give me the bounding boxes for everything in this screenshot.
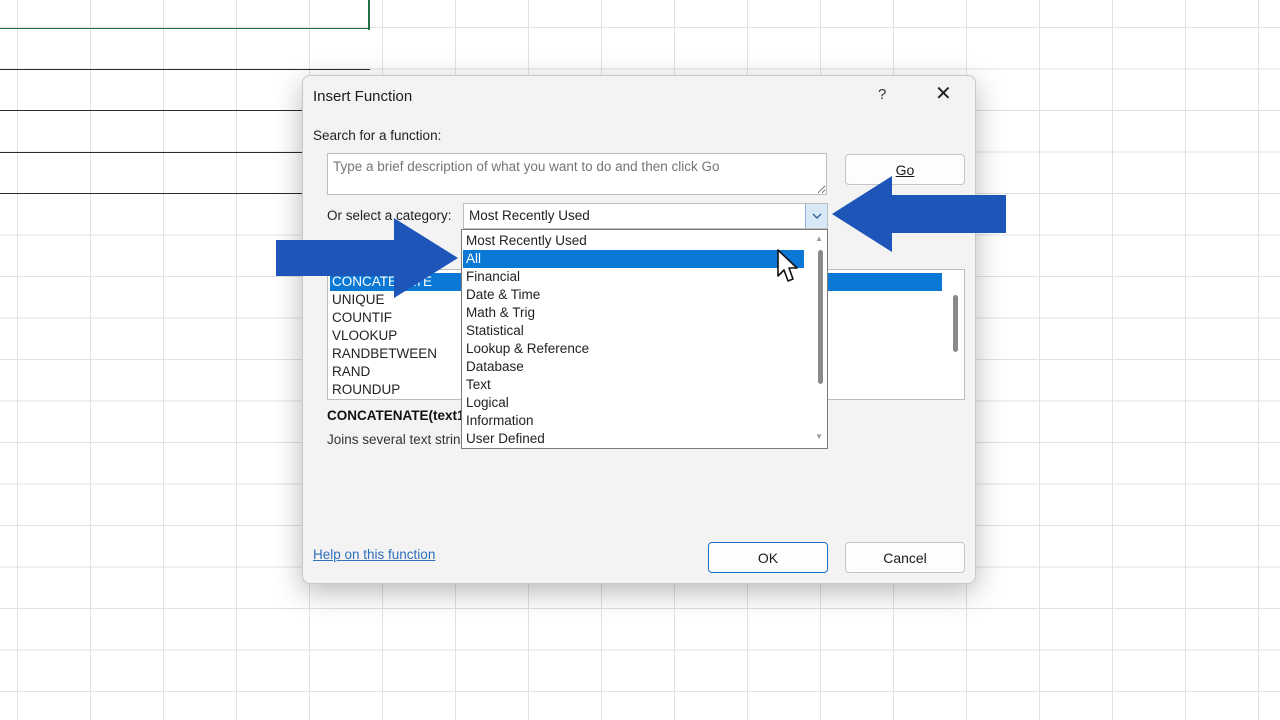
mouse-pointer-icon <box>777 249 798 282</box>
dropdown-option[interactable]: Lookup & Reference <box>466 340 589 358</box>
dropdown-option-highlighted[interactable]: All <box>463 250 804 268</box>
list-item[interactable]: RANDBETWEEN <box>332 345 437 363</box>
help-link[interactable]: Help on this function <box>313 547 435 562</box>
active-cell-border <box>368 0 370 30</box>
category-select[interactable]: Most Recently Used <box>463 203 828 229</box>
function-syntax: CONCATENATE(text1 <box>327 408 465 423</box>
dropdown-option[interactable]: Math & Trig <box>466 304 535 322</box>
dropdown-option[interactable]: Most Recently Used <box>466 232 587 250</box>
close-icon[interactable]: ✕ <box>935 84 952 104</box>
search-label: Search for a function: <box>313 128 442 143</box>
category-dropdown-list[interactable]: Most Recently Used All Financial Date & … <box>461 229 828 449</box>
dropdown-option[interactable]: User Defined <box>466 430 545 448</box>
cancel-button[interactable]: Cancel <box>845 542 965 573</box>
list-item[interactable]: VLOOKUP <box>332 327 397 345</box>
dropdown-option[interactable]: Text <box>466 376 491 394</box>
list-item[interactable]: COUNTIF <box>332 309 392 327</box>
help-button[interactable]: ? <box>878 86 886 103</box>
chevron-down-icon[interactable] <box>805 204 827 228</box>
dropdown-option[interactable]: Database <box>466 358 524 376</box>
dropdown-option[interactable]: Financial <box>466 268 520 286</box>
left-arrow-icon <box>832 176 1006 252</box>
list-item[interactable]: RAND <box>332 363 370 381</box>
dropdown-option[interactable]: Statistical <box>466 322 524 340</box>
dropdown-scrollbar[interactable] <box>818 250 823 384</box>
dropdown-option[interactable]: Date & Time <box>466 286 540 304</box>
search-input[interactable] <box>327 153 827 195</box>
right-arrow-icon <box>276 218 458 298</box>
scroll-up-icon[interactable]: ▲ <box>815 234 823 243</box>
dropdown-option[interactable]: Information <box>466 412 534 430</box>
dialog-title: Insert Function <box>313 88 413 105</box>
function-description: Joins several text strin <box>327 432 461 447</box>
category-value: Most Recently Used <box>469 208 590 223</box>
active-cell-border-bottom <box>0 28 370 29</box>
scroll-down-icon[interactable]: ▼ <box>815 432 823 441</box>
list-item[interactable]: ROUNDUP <box>332 381 400 399</box>
dropdown-option[interactable]: Logical <box>466 394 509 412</box>
ok-button[interactable]: OK <box>708 542 828 573</box>
function-list-scrollbar[interactable] <box>953 295 958 352</box>
